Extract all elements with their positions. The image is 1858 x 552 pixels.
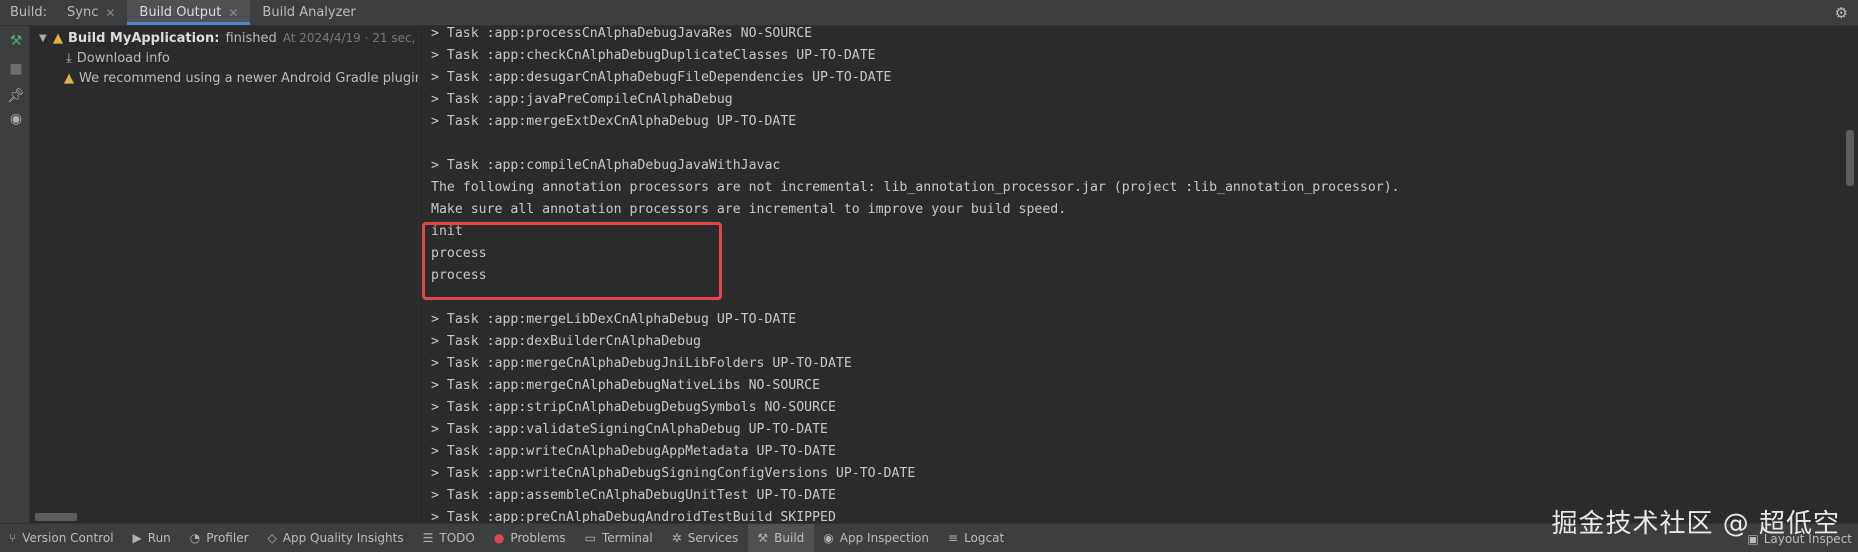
todo-button[interactable]: ☰ TODO: [414, 524, 485, 552]
build-status: finished: [225, 30, 277, 46]
services-label: Services: [687, 531, 739, 545]
tree-root-build[interactable]: ▼ ▲ Build MyApplication: finished At 202…: [39, 28, 418, 48]
app-quality-insights-button[interactable]: ◇ App Quality Insights: [259, 524, 414, 552]
app-inspection-label: App Inspection: [839, 531, 930, 545]
tab-sync[interactable]: Sync ✕: [55, 0, 127, 25]
play-icon: ▶: [132, 531, 142, 545]
hammer-icon: ⚒: [757, 531, 769, 545]
stop-icon[interactable]: ■: [7, 60, 25, 78]
tab-build-analyzer-label: Build Analyzer: [262, 5, 356, 20]
build-console-output: > Task :app:processCnAlphaDebugJavaRes N…: [420, 26, 1858, 523]
console-line: > Task :app:stripCnAlphaDebugDebugSymbol…: [431, 400, 836, 415]
horizontal-scrollbar[interactable]: [35, 513, 77, 521]
profiler-button[interactable]: ◔ Profiler: [181, 524, 259, 552]
console-line: > Task :app:compileCnAlphaDebugJavaWithJ…: [431, 158, 781, 173]
console-line: > Task :app:assembleCnAlphaDebugUnitTest…: [431, 488, 836, 503]
inspection-icon: ◉: [823, 531, 834, 545]
console-line: > Task :app:mergeExtDexCnAlphaDebug UP-T…: [431, 114, 797, 129]
build-label: Build: [774, 531, 805, 545]
console-line: > Task :app:mergeCnAlphaDebugNativeLibs …: [431, 378, 821, 393]
app-inspection-button[interactable]: ◉ App Inspection: [814, 524, 939, 552]
tab-build-output-label: Build Output: [139, 5, 222, 20]
warning-icon: ▲: [64, 70, 74, 86]
vertical-scrollbar[interactable]: [1846, 130, 1854, 186]
console-line: > Task :app:writeCnAlphaDebugSigningConf…: [431, 466, 916, 481]
gear-icon[interactable]: ⚙: [1835, 4, 1848, 22]
profiler-icon: ◔: [189, 531, 201, 545]
error-icon: ●: [493, 531, 505, 545]
todo-label: TODO: [439, 531, 475, 545]
tree-item-download-info[interactable]: ⤓ Download info: [66, 48, 170, 68]
tree-item-label: Download info: [76, 50, 170, 66]
version-control-label: Version Control: [22, 531, 114, 545]
profiler-label: Profiler: [206, 531, 249, 545]
console-line: > Task :app:checkCnAlphaDebugDuplicateCl…: [431, 48, 876, 63]
terminal-label: Terminal: [602, 531, 653, 545]
console-line: > Task :app:mergeCnAlphaDebugJniLibFolde…: [431, 356, 852, 371]
build-title: Build MyApplication:: [68, 30, 220, 46]
pin-icon[interactable]: 📌︎: [7, 87, 25, 105]
build-button[interactable]: ⚒ Build: [748, 523, 815, 552]
services-icon: ✲: [671, 531, 682, 545]
terminal-button[interactable]: ▭ Terminal: [576, 524, 663, 552]
close-icon[interactable]: ✕: [228, 6, 238, 20]
watermark-text: 掘金技术社区 @ 超低空: [1551, 509, 1840, 539]
download-icon: ⤓: [66, 50, 72, 66]
console-line: > Task :app:dexBuilderCnAlphaDebug: [431, 334, 701, 349]
services-button[interactable]: ✲ Services: [663, 524, 749, 552]
app-quality-insights-label: App Quality Insights: [282, 531, 404, 545]
logcat-icon: ≡: [948, 531, 959, 545]
hammer-icon[interactable]: ⚒: [7, 32, 25, 50]
run-button[interactable]: ▶ Run: [124, 524, 181, 552]
tree-item-label: We recommend using a newer Android Gradl…: [79, 70, 419, 86]
problems-button[interactable]: ● Problems: [485, 524, 576, 552]
tab-sync-label: Sync: [67, 5, 99, 20]
console-line: > Task :app:javaPreCompileCnAlphaDebug: [431, 92, 733, 107]
logcat-button[interactable]: ≡ Logcat: [939, 524, 1014, 552]
console-line: > Task :app:mergeLibDexCnAlphaDebug UP-T…: [431, 312, 797, 327]
build-label: Build:: [10, 5, 48, 20]
diamond-icon: ◇: [267, 531, 277, 545]
build-tree: ▼ ▲ Build MyApplication: finished At 202…: [31, 26, 419, 523]
console-line: > Task :app:processCnAlphaDebugJavaRes N…: [431, 26, 813, 41]
eye-icon[interactable]: ◉: [7, 110, 25, 128]
tab-build-output[interactable]: Build Output ✕: [127, 0, 251, 25]
close-icon[interactable]: ✕: [105, 6, 115, 20]
console-line: > Task :app:writeCnAlphaDebugAppMetadata…: [431, 444, 836, 459]
run-label: Run: [147, 531, 171, 545]
build-tool-window-header: Build: Sync ✕ Build Output ✕ Build Analy…: [0, 0, 1858, 26]
console-line: > Task :app:preCnAlphaDebugAndroidTestBu…: [431, 510, 836, 523]
build-side-toolbar: ⚒ ■ 📌︎ ◉: [0, 26, 30, 523]
problems-label: Problems: [510, 531, 566, 545]
highlight-annotation-box: [422, 222, 722, 300]
tree-item-agp-warning[interactable]: ▲ We recommend using a newer Android Gra…: [64, 68, 419, 88]
console-line: > Task :app:desugarCnAlphaDebugFileDepen…: [431, 70, 892, 85]
terminal-icon: ▭: [584, 531, 596, 545]
console-line: The following annotation processors are …: [431, 180, 1400, 195]
list-icon: ☰: [422, 531, 434, 545]
console-line: Make sure all annotation processors are …: [431, 202, 1067, 217]
branch-icon: ⑂: [9, 531, 17, 545]
chevron-down-icon[interactable]: ▼: [39, 33, 53, 44]
build-meta: At 2024/4/19 · 21 sec, 146 ms: [282, 31, 418, 45]
warning-icon: ▲: [53, 30, 63, 46]
logcat-label: Logcat: [964, 531, 1005, 545]
console-line: > Task :app:validateSigningCnAlphaDebug …: [431, 422, 828, 437]
version-control-button[interactable]: ⑂ Version Control: [0, 524, 124, 552]
tab-build-analyzer[interactable]: Build Analyzer: [250, 0, 367, 25]
